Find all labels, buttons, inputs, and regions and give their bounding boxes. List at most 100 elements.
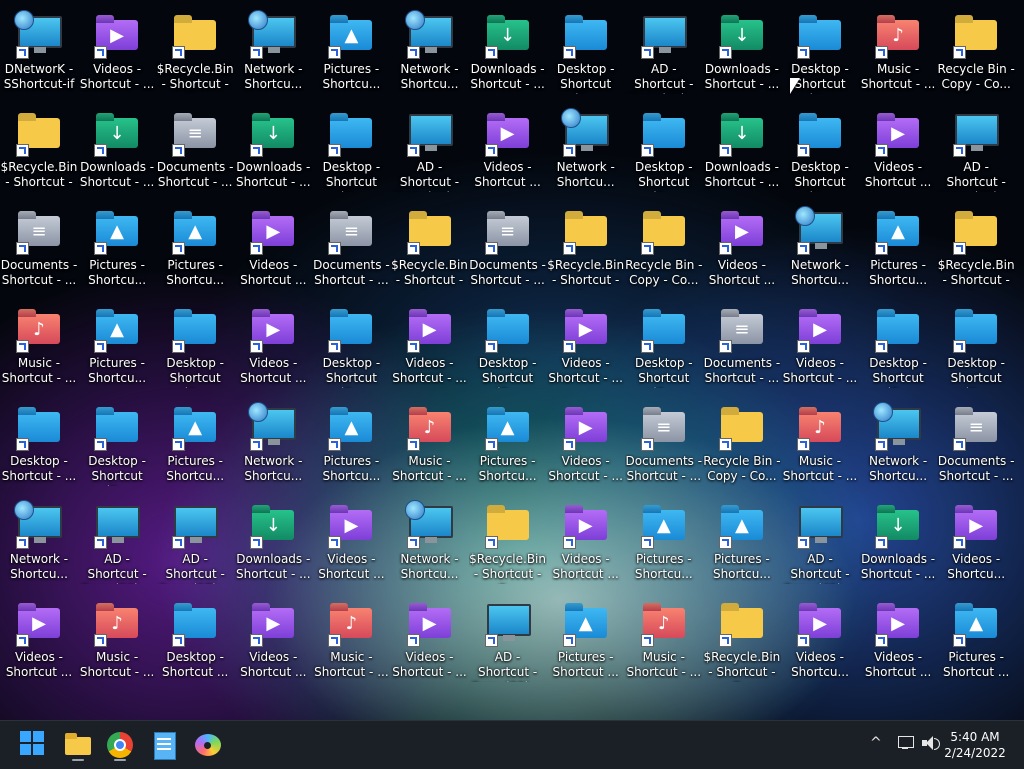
desktop-shortcut-pictures[interactable]: ▲ Pictures - Shortcu... [78, 300, 156, 398]
desktop-shortcut-ad[interactable]: AD - Shortcut - Copy (37) ... [156, 496, 234, 594]
desktop-shortcut-pictures[interactable]: ▲ Pictures - Shortcu... [859, 202, 937, 300]
desktop-shortcut-network[interactable]: Network - Shortcu... [859, 398, 937, 496]
desktop-shortcut-documents[interactable]: ≡ Documents - Shortcut - ... [703, 300, 781, 398]
desktop-shortcut-recycle[interactable]: $Recycle.Bin - Shortcut - C... [156, 6, 234, 104]
file-explorer-icon[interactable] [62, 729, 94, 761]
desktop-shortcut-recycle[interactable]: $Recycle.Bin - Shortcut - C... [469, 496, 547, 594]
desktop-area[interactable]: DNetworK - SShortcut-if ▶ Videos - Shortcu… [0, 0, 1024, 720]
desktop-shortcut-ad[interactable]: AD - Shortcut - Copy (42) ... [937, 104, 1015, 202]
desktop-shortcut-videos[interactable]: ▶ Videos - Shortcut - ... [78, 6, 156, 104]
desktop-shortcut-desktop[interactable]: Desktop - Shortcut (9... [937, 300, 1015, 398]
desktop-shortcut-music[interactable]: ♪ Music - Shortcut - ... [78, 594, 156, 692]
desktop-shortcut-pictures[interactable]: ▲ Pictures - Shortcu... [312, 398, 390, 496]
desktop-shortcut-desktop[interactable]: Desktop - Shortcut (8... [625, 300, 703, 398]
desktop-shortcut-recycle[interactable]: Recycle Bin - Copy - Co... [937, 6, 1015, 104]
desktop-shortcut-videos[interactable]: ▶ Videos - Shortcut ... [234, 594, 312, 692]
desktop-shortcut-videos[interactable]: ▶ Videos - Shortcut ... [469, 104, 547, 202]
desktop-shortcut-videos[interactable]: ▶ Videos - Shortcut - ... [547, 300, 625, 398]
desktop-shortcut-documents[interactable]: ≡ Documents - Shortcut - ... [937, 398, 1015, 496]
desktop-shortcut-desktop[interactable]: Desktop - Shortcut - ... [0, 398, 78, 496]
desktop-shortcut-network[interactable]: Network - Shortcu... [781, 202, 859, 300]
desktop-shortcut-pictures[interactable]: ▲ Pictures - Shortcut ... [547, 594, 625, 692]
desktop-shortcut-desktop[interactable]: Desktop - Shortcut (8... [312, 300, 390, 398]
desktop-shortcut-downloads[interactable]: ↓ Downloads - Shortcut - ... [78, 104, 156, 202]
desktop-shortcut-videos[interactable]: ▶ Videos - Shortcut ... [234, 300, 312, 398]
desktop-shortcut-pictures[interactable]: ▲ Pictures - Shortcu... [156, 398, 234, 496]
desktop-shortcut-music[interactable]: ♪ Music - Shortcut - ... [625, 594, 703, 692]
desktop-shortcut-videos[interactable]: ▶ Videos - Shortcut ... [312, 496, 390, 594]
desktop-shortcut-documents[interactable]: ≡ Documents - Shortcut - ... [312, 202, 390, 300]
desktop-shortcut-videos[interactable]: ▶ Videos - Shortcut - ... [781, 300, 859, 398]
desktop-shortcut-network[interactable]: Network - Shortcu... [234, 398, 312, 496]
desktop-shortcut-pictures[interactable]: ▲ Pictures - Shortcu... [625, 496, 703, 594]
desktop-shortcut-pictures[interactable]: ▲ Pictures - Shortcu... [312, 6, 390, 104]
clock[interactable]: 5:40 AM 2/24/2022 [940, 729, 1010, 761]
desktop-shortcut-documents[interactable]: ≡ Documents - Shortcut - ... [156, 104, 234, 202]
desktop-shortcut-desktop[interactable]: Desktop - Shortcut (8... [78, 398, 156, 496]
desktop-shortcut-pictures[interactable]: ▲ Pictures - Shortcut ... [937, 594, 1015, 692]
desktop-shortcut-ad[interactable]: AD - Shortcut - Copy (41) ... [781, 496, 859, 594]
desktop-shortcut-desktop[interactable]: Desktop - Shortcut (9... [781, 104, 859, 202]
desktop-shortcut-videos[interactable]: ▶ Videos - Shortcu... [937, 496, 1015, 594]
desktop-shortcut-videos[interactable]: ▶ Videos - Shortcu... [781, 594, 859, 692]
network-status-icon[interactable] [896, 736, 914, 750]
desktop-shortcut-recycle[interactable]: $Recycle.Bin - Shortcut - C... [547, 202, 625, 300]
desktop-shortcut-music[interactable]: ♪ Music - Shortcut - ... [391, 398, 469, 496]
desktop-shortcut-pictures[interactable]: ▲ Pictures - Shortcu... [156, 202, 234, 300]
desktop-shortcut-documents[interactable]: ≡ Documents - Shortcut - ... [625, 398, 703, 496]
desktop-shortcut-music[interactable]: ♪ Music - Shortcut - ... [0, 300, 78, 398]
desktop-shortcut-network[interactable]: Network - Shortcu... [391, 496, 469, 594]
desktop-shortcut-network[interactable]: Network - Shortcu... [0, 496, 78, 594]
desktop-shortcut-videos[interactable]: ▶ Videos - Shortcut ... [234, 202, 312, 300]
desktop-shortcut-videos[interactable]: ▶ Videos - Shortcut - ... [547, 398, 625, 496]
desktop-shortcut-pictures[interactable]: ▲ Pictures - Shortcu... [703, 496, 781, 594]
chrome-icon[interactable] [104, 729, 136, 761]
desktop-shortcut-pictures[interactable]: ▲ Pictures - Shortcu... [78, 202, 156, 300]
desktop-shortcut-desktop[interactable]: Desktop - Shortcut (8... [469, 300, 547, 398]
desktop-shortcut-documents[interactable]: ≡ Documents - Shortcut - ... [469, 202, 547, 300]
desktop-shortcut-downloads[interactable]: ↓ Downloads - Shortcut - ... [469, 6, 547, 104]
desktop-shortcut-recycle[interactable]: $Recycle.Bin - Shortcut - C... [703, 594, 781, 692]
desktop-shortcut-videos[interactable]: ▶ Videos - Shortcut ... [703, 202, 781, 300]
desktop-shortcut-pictures[interactable]: ▲ Pictures - Shortcu... [469, 398, 547, 496]
desktop-shortcut-downloads[interactable]: ↓ Downloads - Shortcut - ... [234, 104, 312, 202]
start-button-icon[interactable] [18, 729, 50, 761]
desktop-shortcut-desktop[interactable]: Desktop - Shortcut (8... [859, 300, 937, 398]
desktop-shortcut-network[interactable]: Network - Shortcu... [234, 6, 312, 104]
notepad-icon[interactable] [148, 729, 180, 761]
desktop-shortcut-music[interactable]: ♪ Music - Shortcut - ... [312, 594, 390, 692]
desktop-shortcut-documents[interactable]: ≡ Documents - Shortcut - ... [0, 202, 78, 300]
desktop-shortcut-ad[interactable]: AD - Shortcut - Copy (36) ... [78, 496, 156, 594]
desktop-shortcut-downloads[interactable]: ↓ Downloads - Shortcut - ... [703, 104, 781, 202]
desktop-shortcut-downloads[interactable]: ↓ Downloads - Shortcut - ... [859, 496, 937, 594]
desktop-shortcut-desktop[interactable]: Desktop - Shortcut ... [156, 594, 234, 692]
desktop-shortcut-ad[interactable]: AD - Shortcut - Copy (38) ... [391, 104, 469, 202]
desktop-shortcut-network[interactable]: Network - Shortcu... [547, 104, 625, 202]
desktop-shortcut-ad[interactable]: AD - Shortcut - Copy (39) ... [469, 594, 547, 692]
desktop-shortcut-recycle[interactable]: Recycle Bin - Copy - Co... [625, 202, 703, 300]
desktop-shortcut-downloads[interactable]: ↓ Downloads - Shortcut - ... [703, 6, 781, 104]
desktop-shortcut-recycle[interactable]: $Recycle.Bin - Shortcut - C... [937, 202, 1015, 300]
desktop-shortcut-desktop[interactable]: Desktop - Shortcut (8... [156, 300, 234, 398]
desktop-shortcut-network[interactable]: Network - Shortcu... [391, 6, 469, 104]
desktop-shortcut-ad[interactable]: AD - Shortcut - Copy (40) ... [625, 6, 703, 104]
volume-icon[interactable] [922, 736, 940, 750]
desktop-shortcut-videos[interactable]: ▶ Videos - Shortcut ... [859, 104, 937, 202]
desktop-shortcut-desktop[interactable]: Desktop - Shortcut (8... [625, 104, 703, 202]
desktop-shortcut-desktop[interactable]: Desktop - Shortcut (8... [547, 6, 625, 104]
desktop-shortcut-videos[interactable]: ▶ Videos - Shortcut - ... [391, 594, 469, 692]
desktop-shortcut-network[interactable]: DNetworK - SShortcut-if [0, 6, 78, 104]
desktop-shortcut-music[interactable]: ♪ Music - Shortcut - ... [781, 398, 859, 496]
desktop-shortcut-recycle[interactable]: $Recycle.Bin - Shortcut - C... [0, 104, 78, 202]
desktop-shortcut-music[interactable]: ♪ Music - Shortcut - ... [859, 6, 937, 104]
desktop-shortcut-recycle[interactable]: $Recycle.Bin - Shortcut - C... [391, 202, 469, 300]
desktop-shortcut-videos[interactable]: ▶ Videos - Shortcut ... [859, 594, 937, 692]
desktop-shortcut-videos[interactable]: ▶ Videos - Shortcut ... [0, 594, 78, 692]
desktop-shortcut-videos[interactable]: ▶ Videos - Shortcut ... [547, 496, 625, 594]
paint-icon[interactable] [192, 729, 224, 761]
desktop-shortcut-recycle[interactable]: Recycle Bin - Copy - Co... [703, 398, 781, 496]
desktop-shortcut-desktop[interactable]: Desktop - Shortcut (7... [312, 104, 390, 202]
show-hidden-icons-chevron-icon[interactable]: ^ [870, 735, 882, 751]
desktop-shortcut-downloads[interactable]: ↓ Downloads - Shortcut - ... [234, 496, 312, 594]
desktop-shortcut-videos[interactable]: ▶ Videos - Shortcut - ... [391, 300, 469, 398]
